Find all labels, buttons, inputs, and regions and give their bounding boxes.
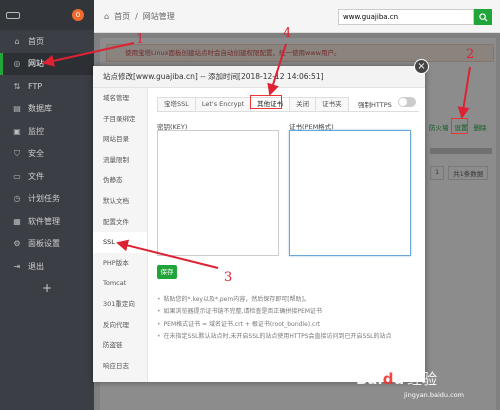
sidebar-menu: ⌂ 首页 ◎ 网站 ⇅ FTP ▤ 数据库 ▣ 监控 ⛉ 安全 ▭ 文件 ◷ 计划任务 ▦ 软件管理 ⚙ 面板设置 ⇥ 退… <box>0 30 94 278</box>
tab-divider <box>157 111 419 112</box>
monitor-icon: ▣ <box>13 126 21 136</box>
tip-item: 如果浏览器提示证书链不完整,请检查是否正确拼接PEM证书 <box>157 306 419 318</box>
search-icon <box>478 12 488 22</box>
notification-badge[interactable]: 0 <box>72 9 84 21</box>
side-menu-item[interactable]: PHP版本 <box>93 253 147 274</box>
gear-icon: ⚙ <box>13 239 21 249</box>
force-https-toggle[interactable] <box>398 97 416 107</box>
force-https-label: 强制HTTPS <box>358 101 392 109</box>
sidebar-item[interactable]: ⚙ 面板设置 <box>0 233 94 256</box>
sidebar-item-label: 数据库 <box>28 104 52 114</box>
sidebar-item-label: 安全 <box>28 149 44 159</box>
watermark-text: 经验 <box>407 370 438 388</box>
side-menu-item[interactable]: 伪静态 <box>93 170 147 191</box>
sidebar-item[interactable]: ⇅ FTP <box>0 75 94 98</box>
breadcrumb-home[interactable]: 首页 <box>114 11 130 22</box>
breadcrumb-current: 网站管理 <box>142 11 175 21</box>
ssl-tab[interactable]: 关闭 <box>289 97 316 112</box>
sidebar-item[interactable]: ▦ 软件管理 <box>0 210 94 233</box>
side-menu-item[interactable]: 301重定向 <box>93 294 147 315</box>
side-menu-item[interactable]: 配置文件 <box>93 212 147 233</box>
pem-textarea[interactable] <box>289 130 411 256</box>
apps-icon: ▦ <box>13 216 21 226</box>
breadcrumb-separator: / <box>135 11 138 21</box>
side-menu-item[interactable]: 子目录绑定 <box>93 109 147 130</box>
side-menu-item[interactable]: 域名管理 <box>93 88 147 109</box>
annotation-number-1: 1 <box>136 32 145 47</box>
home-icon: ⌂ <box>14 36 20 46</box>
site-edit-dialog: 站点修改[www.guajiba.cn] -- 添加时间[2018-12-12 … <box>93 66 425 382</box>
ssl-tab[interactable]: Let's Encrypt <box>194 97 251 112</box>
globe-icon: ◎ <box>13 59 21 69</box>
sidebar: 0 ⌂ 首页 ◎ 网站 ⇅ FTP ▤ 数据库 ▣ 监控 ⛉ 安全 ▭ 文件 ◷ 计划任务 ▦ 软件管理 ⚙ 面板设置… <box>0 0 94 410</box>
sidebar-item-label: 文件 <box>28 171 44 181</box>
side-menu-item[interactable]: 流量限制 <box>93 150 147 171</box>
annotation-number-2: 2 <box>466 47 475 62</box>
side-menu-item[interactable]: 防盗链 <box>93 335 147 356</box>
database-icon: ▤ <box>13 104 21 114</box>
sidebar-item-label: 计划任务 <box>28 194 60 204</box>
folder-icon: ▭ <box>13 171 21 181</box>
shield-icon: ⛉ <box>14 148 20 158</box>
baidu-watermark: Baidu 经验 <box>356 368 437 389</box>
sidebar-item[interactable]: ⛉ 安全 <box>0 143 94 166</box>
sidebar-item[interactable]: ▣ 监控 <box>0 120 94 143</box>
close-icon[interactable]: × <box>414 59 429 74</box>
sidebar-item-label: 网站 <box>28 59 44 69</box>
highlight-other-cert-tab <box>250 95 282 109</box>
side-menu-item[interactable]: 反向代理 <box>93 315 147 336</box>
tip-item: PEM格式证书 = 域名证书.crt + 根证书(root_bundle).cr… <box>157 319 419 331</box>
sidebar-item[interactable]: ⇥ 退出 <box>0 255 94 278</box>
sidebar-item[interactable]: ▤ 数据库 <box>0 98 94 121</box>
ssl-tab[interactable]: 证书夹 <box>315 97 349 112</box>
tip-item: 在未指定SSL默认站点时,未开启SSL的站点使用HTTPS会直接访问到已开启SS… <box>157 331 419 343</box>
sidebar-item-label: 监控 <box>28 126 44 136</box>
search-button[interactable] <box>474 9 492 25</box>
sidebar-item[interactable]: ⌂ 首页 <box>0 30 94 53</box>
dialog-title: 站点修改[www.guajiba.cn] -- 添加时间[2018-12-12 … <box>93 66 425 88</box>
topbar: ⌂ 首页 / 网站管理 <box>94 0 500 33</box>
sidebar-item[interactable]: ◷ 计划任务 <box>0 188 94 211</box>
sidebar-item-label: 软件管理 <box>28 216 60 226</box>
breadcrumb: ⌂ 首页 / 网站管理 <box>104 11 175 22</box>
annotation-number-4: 4 <box>283 26 292 41</box>
annotation-number-3: 3 <box>224 270 233 285</box>
search-input[interactable] <box>338 9 474 25</box>
clock-icon: ◷ <box>13 194 21 204</box>
side-menu-item[interactable]: 响应日志 <box>93 356 147 377</box>
ssl-tips: 粘贴您的*.key以及*.pem内容，然后保存即可[帮助]。如果浏览器提示证书链… <box>157 294 419 343</box>
sidebar-item-label: 首页 <box>28 36 44 46</box>
sidebar-item-label: FTP <box>28 81 43 91</box>
logout-icon: ⇥ <box>13 261 21 271</box>
home-icon[interactable]: ⌂ <box>104 12 109 21</box>
ssl-tab[interactable]: 宝塔SSL <box>157 97 195 112</box>
sidebar-header: 0 <box>0 0 94 30</box>
add-menu-button[interactable]: + <box>0 278 94 298</box>
side-menu-item[interactable]: 网站目录 <box>93 129 147 150</box>
side-menu-item[interactable]: SSL <box>93 232 147 253</box>
dialog-side-menu: 域名管理 子目录绑定 网站目录 流量限制 伪静态 默认文档 配置文件 SSL PHP版本 Tomc… <box>93 88 148 382</box>
sidebar-item[interactable]: ▭ 文件 <box>0 165 94 188</box>
panel-logo <box>6 11 20 19</box>
key-textarea[interactable] <box>157 130 279 256</box>
save-button[interactable]: 保存 <box>157 265 177 279</box>
sidebar-item[interactable]: ◎ 网站 <box>0 52 94 75</box>
side-menu-item[interactable]: Tomcat <box>93 273 147 294</box>
baidu-logo: Baidu <box>356 369 405 388</box>
ftp-icon: ⇅ <box>13 81 21 91</box>
tip-item: 粘贴您的*.key以及*.pem内容，然后保存即可[帮助]。 <box>157 294 419 306</box>
site-search <box>338 9 492 25</box>
highlight-settings-link <box>451 118 468 134</box>
side-menu-item[interactable]: 默认文档 <box>93 191 147 212</box>
sidebar-item-label: 面板设置 <box>28 239 60 249</box>
sidebar-item-label: 退出 <box>28 261 44 271</box>
watermark-url: jingyan.baidu.com <box>404 391 464 399</box>
